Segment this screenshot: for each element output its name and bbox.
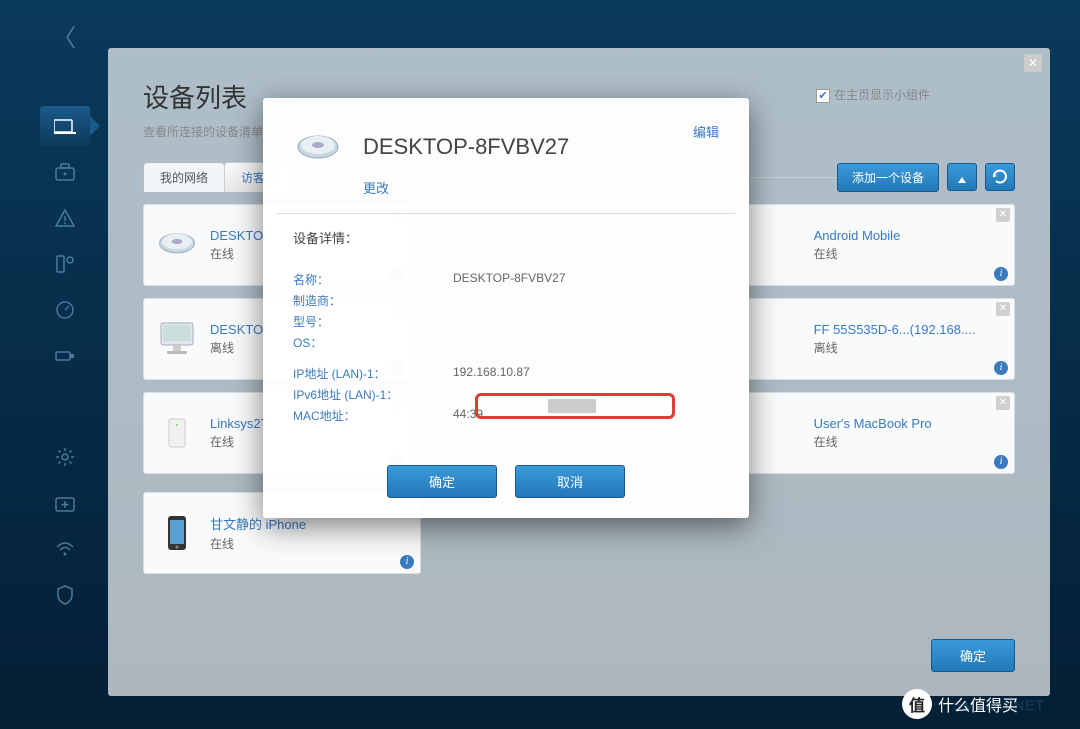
label-mac: MAC地址： bbox=[293, 407, 453, 424]
watermark-badge: 值 什么值得买 bbox=[902, 689, 1018, 719]
sidebar-parental-icon[interactable] bbox=[40, 244, 90, 284]
router-icon bbox=[156, 414, 198, 452]
modal-device-icon bbox=[293, 128, 343, 166]
sidebar-alert-icon[interactable] bbox=[40, 198, 90, 238]
tool-clear-button[interactable] bbox=[947, 163, 977, 191]
close-panel-icon[interactable]: ✕ bbox=[1024, 54, 1042, 72]
tab-my-network[interactable]: 我的网络 bbox=[143, 162, 225, 192]
card-info-icon[interactable]: i bbox=[994, 455, 1008, 469]
device-status: 在线 bbox=[814, 245, 901, 262]
sidebar-devices-icon[interactable] bbox=[40, 106, 90, 146]
device-name: User's MacBook Pro bbox=[814, 416, 932, 431]
device-status: 在线 bbox=[210, 433, 268, 450]
change-link[interactable]: 更改 bbox=[263, 170, 749, 213]
phone-icon bbox=[760, 226, 802, 264]
label-os: OS： bbox=[293, 334, 453, 351]
modal-ok-button[interactable]: 确定 bbox=[387, 465, 497, 498]
edit-link[interactable]: 编辑 bbox=[693, 122, 719, 141]
label-name: 名称： bbox=[293, 271, 453, 288]
sidebar-speed-icon[interactable] bbox=[40, 290, 90, 330]
phone-icon bbox=[156, 514, 198, 552]
device-card[interactable]: Android Mobile 在线 ✕ i bbox=[747, 204, 1015, 286]
modal-title: DESKTOP-8FVBV27 bbox=[363, 134, 719, 160]
device-status: 在线 bbox=[210, 535, 306, 552]
label-ip: IP地址 (LAN)-1： bbox=[293, 365, 453, 382]
imac-icon bbox=[156, 320, 198, 358]
value-name: DESKTOP-8FVBV27 bbox=[453, 271, 719, 288]
back-icon[interactable]: 〈 bbox=[30, 8, 100, 63]
card-close-icon[interactable]: ✕ bbox=[996, 396, 1010, 410]
sidebar-usb-icon[interactable] bbox=[40, 336, 90, 376]
modal-cancel-button[interactable]: 取消 bbox=[515, 465, 625, 498]
footer-ok-button[interactable]: 确定 bbox=[931, 639, 1015, 672]
device-card[interactable]: FF 55S535D-6...(192.168.... 离线 ✕ i bbox=[747, 298, 1015, 380]
watermark-circle-icon: 值 bbox=[902, 689, 932, 719]
device-name: Android Mobile bbox=[814, 228, 901, 243]
modal-section-title: 设备详情： bbox=[263, 214, 749, 255]
card-info-icon[interactable]: i bbox=[400, 555, 414, 569]
sidebar-wifi-icon[interactable] bbox=[40, 529, 90, 569]
mac-redaction bbox=[548, 399, 596, 413]
label-ipv6: IPv6地址 (LAN)-1： bbox=[293, 386, 453, 403]
card-close-icon[interactable]: ✕ bbox=[996, 208, 1010, 222]
device-status: 离线 bbox=[814, 339, 1002, 356]
device-name: FF 55S535D-6...(192.168.... bbox=[814, 322, 1002, 337]
sidebar-medkit-icon[interactable] bbox=[40, 483, 90, 523]
card-info-icon[interactable]: i bbox=[994, 361, 1008, 375]
refresh-button[interactable] bbox=[985, 163, 1015, 191]
sidebar-security-icon[interactable] bbox=[40, 575, 90, 615]
show-widget-label: 在主页显示小组件 bbox=[834, 88, 930, 102]
sidebar-briefcase-icon[interactable] bbox=[40, 152, 90, 192]
card-info-icon[interactable]: i bbox=[994, 267, 1008, 281]
disk-icon bbox=[156, 226, 198, 264]
phone-icon bbox=[760, 320, 802, 358]
device-detail-modal: DESKTOP-8FVBV27 编辑 更改 设备详情： 名称：DESKTOP-8… bbox=[263, 98, 749, 518]
add-device-button[interactable]: 添加一个设备 bbox=[837, 163, 939, 192]
show-widget-checkbox[interactable]: ✔ 在主页显示小组件 bbox=[816, 86, 930, 103]
card-close-icon[interactable]: ✕ bbox=[996, 302, 1010, 316]
device-status: 在线 bbox=[814, 433, 932, 450]
label-manufacturer: 制造商： bbox=[293, 292, 453, 309]
laptop-icon bbox=[760, 414, 802, 452]
device-name: Linksys27 bbox=[210, 416, 268, 431]
label-model: 型号： bbox=[293, 313, 453, 330]
value-ip: 192.168.10.87 bbox=[453, 365, 719, 382]
sidebar-settings-icon[interactable] bbox=[40, 437, 90, 477]
checkbox-checked-icon: ✔ bbox=[816, 89, 830, 103]
device-card[interactable]: User's MacBook Pro 在线 ✕ i bbox=[747, 392, 1015, 474]
watermark-text: 什么值得买 bbox=[938, 692, 1018, 716]
